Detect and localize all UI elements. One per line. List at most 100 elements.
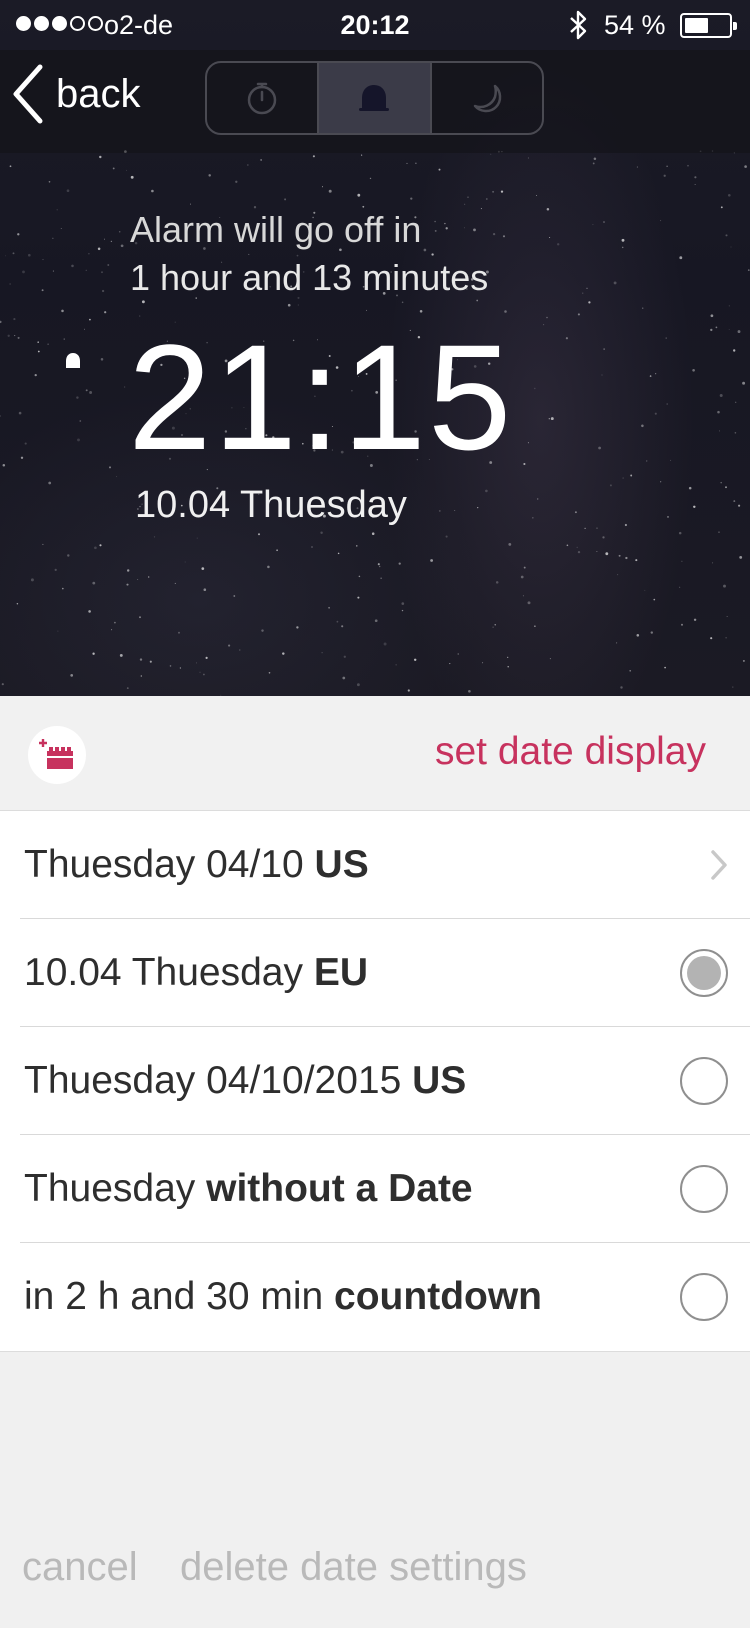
star <box>126 169 127 171</box>
date-option-us-short[interactable]: Thuesday 04/10 US <box>20 811 750 919</box>
star <box>485 489 488 493</box>
star <box>184 561 186 563</box>
cancel-button[interactable]: cancel <box>22 1545 138 1590</box>
star <box>321 186 324 188</box>
star <box>670 459 672 461</box>
star <box>592 162 595 165</box>
star <box>267 565 270 569</box>
star <box>449 663 451 665</box>
star <box>650 631 653 634</box>
star <box>660 481 662 483</box>
star <box>201 567 205 570</box>
star <box>636 166 638 168</box>
star <box>477 506 479 509</box>
star <box>358 575 361 578</box>
star <box>17 233 20 236</box>
star <box>401 602 405 605</box>
radio-button[interactable] <box>680 1165 728 1213</box>
star <box>60 227 62 230</box>
star <box>467 196 469 199</box>
mode-segmented-control <box>205 61 544 135</box>
date-option-us-full[interactable]: Thuesday 04/10/2015 US <box>20 1027 750 1135</box>
star <box>715 326 718 329</box>
radio-button[interactable] <box>680 1273 728 1321</box>
nav-bar: back <box>0 50 750 153</box>
star <box>527 157 529 159</box>
star <box>438 509 441 512</box>
star <box>719 394 723 397</box>
star <box>694 176 697 179</box>
star <box>550 417 554 421</box>
star <box>609 484 612 487</box>
date-option-countdown[interactable]: in 2 h and 30 min countdown <box>20 1243 750 1351</box>
date-option-eu[interactable]: 10.04 Thuesday EU <box>20 919 750 1027</box>
segment-sleep[interactable] <box>429 63 542 133</box>
back-button[interactable]: back <box>10 64 141 124</box>
star <box>710 637 713 640</box>
star <box>586 287 588 289</box>
star <box>717 410 720 414</box>
star <box>732 686 734 688</box>
star <box>260 159 262 161</box>
star <box>613 281 617 285</box>
star <box>276 549 278 552</box>
star <box>728 305 730 307</box>
star <box>557 243 560 246</box>
star <box>257 533 261 536</box>
star <box>598 446 601 450</box>
radio-button-selected[interactable] <box>680 949 728 997</box>
star <box>601 374 603 376</box>
date-option-without-date[interactable]: Thuesday without a Date <box>20 1135 750 1243</box>
battery-icon <box>680 13 737 38</box>
star <box>687 164 689 167</box>
delete-date-settings-button[interactable]: delete date settings <box>180 1545 527 1590</box>
star <box>718 531 720 533</box>
star <box>357 193 361 197</box>
star <box>655 373 657 375</box>
star <box>636 634 640 637</box>
segment-alarm[interactable] <box>317 63 430 133</box>
star <box>312 155 315 158</box>
alarm-bell-marker-icon <box>66 353 80 368</box>
star <box>621 246 624 249</box>
star <box>645 460 648 462</box>
date-format-options: Thuesday 04/10 US 10.04 Thuesday EU Thue… <box>0 811 750 1352</box>
star <box>527 442 529 444</box>
star <box>667 516 669 518</box>
star <box>622 477 624 479</box>
star <box>380 577 382 579</box>
star <box>61 309 64 313</box>
star <box>666 403 668 405</box>
star <box>584 527 586 530</box>
star <box>321 652 323 654</box>
star <box>548 418 550 420</box>
star <box>85 389 88 392</box>
star <box>247 164 249 166</box>
star <box>199 671 201 673</box>
star <box>48 180 51 183</box>
star <box>261 629 264 632</box>
radio-button[interactable] <box>680 1057 728 1105</box>
star <box>457 653 459 655</box>
star <box>546 208 550 211</box>
star <box>730 246 732 248</box>
sheet-title: set date display <box>434 730 706 773</box>
star <box>693 618 697 622</box>
star <box>742 659 745 662</box>
star <box>361 154 363 156</box>
star <box>104 311 107 314</box>
star <box>663 174 666 177</box>
star <box>566 544 569 547</box>
star <box>195 662 198 664</box>
star <box>366 309 367 311</box>
star <box>454 509 456 512</box>
star <box>720 206 723 209</box>
star <box>546 316 548 319</box>
segment-stopwatch[interactable] <box>207 63 317 133</box>
star <box>148 576 150 578</box>
star <box>139 616 141 619</box>
star <box>413 658 417 662</box>
star <box>407 689 410 692</box>
star <box>357 596 360 599</box>
star <box>92 652 95 655</box>
